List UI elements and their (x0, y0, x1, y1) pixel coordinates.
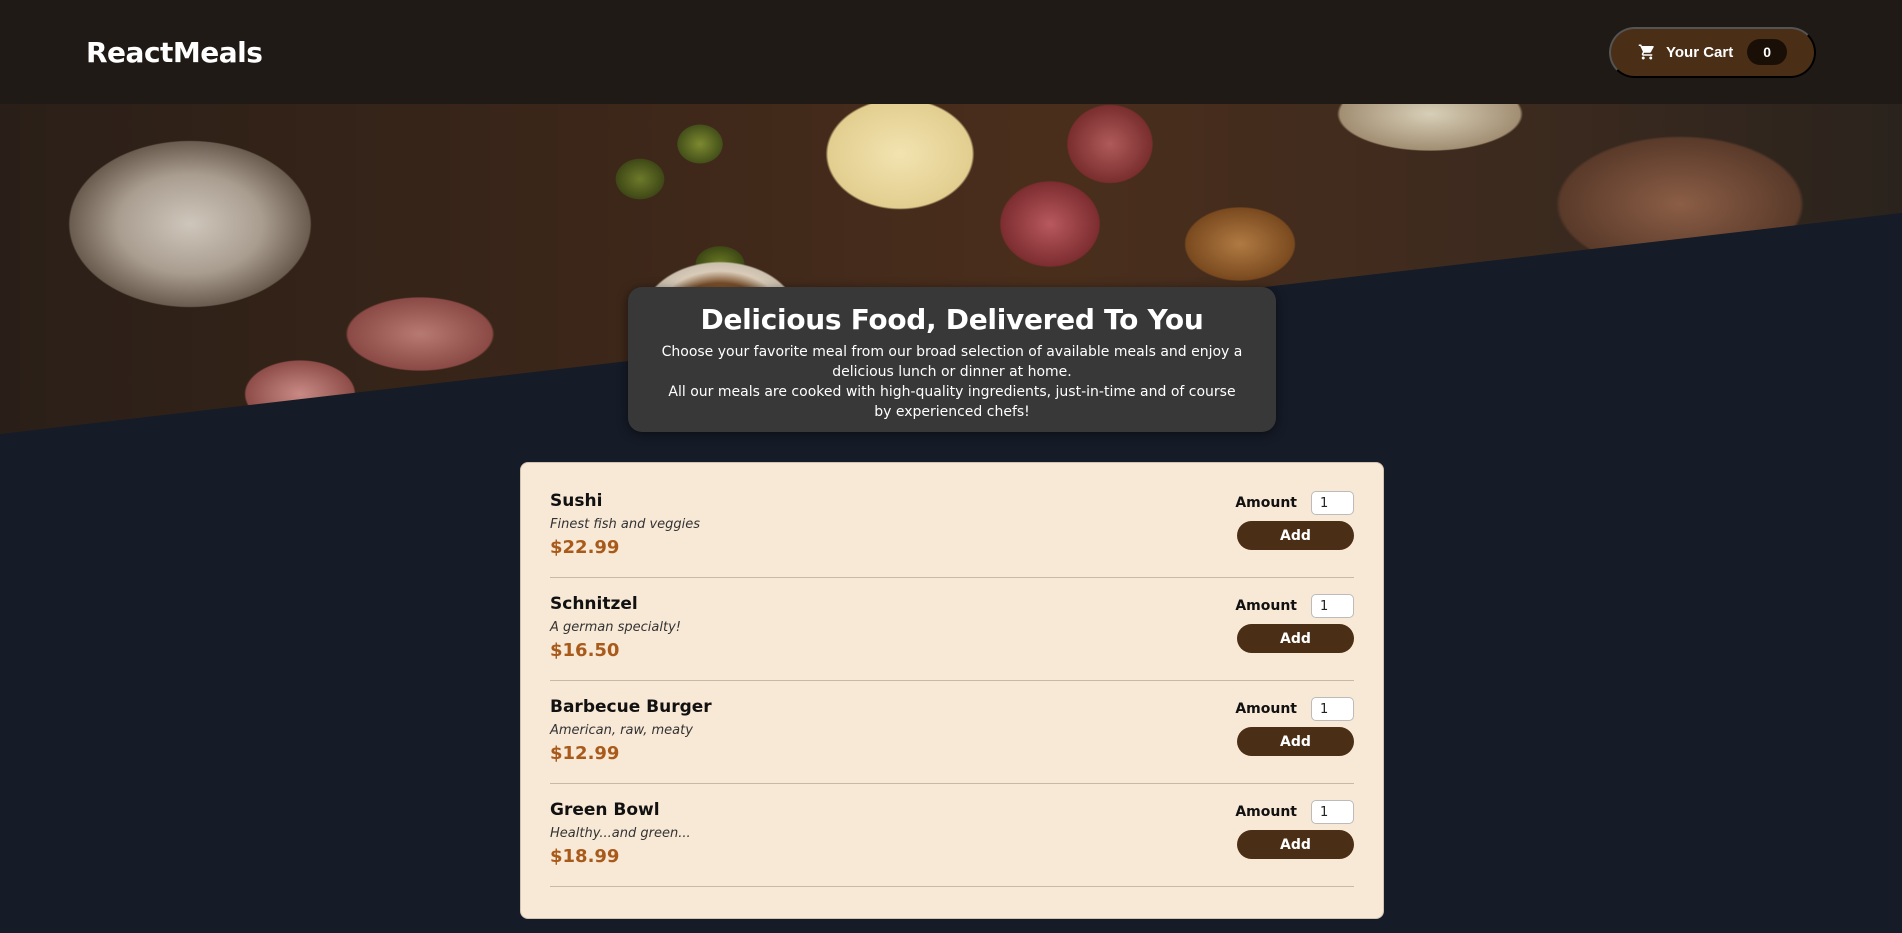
meal-add-form: Amount Add (1235, 594, 1354, 653)
meal-name: Sushi (550, 491, 603, 511)
meal-price: $16.50 (550, 640, 620, 661)
meal-description: Finest fish and veggies (550, 517, 701, 532)
meal-price: $22.99 (550, 537, 620, 558)
amount-label: Amount (1235, 804, 1297, 820)
meal-description: A german specialty! (550, 620, 681, 635)
amount-label: Amount (1235, 495, 1297, 511)
cart-count-badge: 0 (1747, 39, 1788, 65)
meal-item-sushi: Sushi Finest fish and veggies $22.99 Amo… (550, 475, 1354, 578)
amount-input[interactable] (1311, 800, 1354, 824)
amount-input[interactable] (1311, 594, 1354, 618)
meal-add-form: Amount Add (1235, 491, 1354, 550)
meal-description: American, raw, meaty (550, 723, 693, 738)
cart-label: Your Cart (1665, 43, 1734, 61)
amount-input[interactable] (1311, 491, 1354, 515)
add-to-cart-button[interactable]: Add (1237, 830, 1354, 859)
meal-item-barbecue-burger: Barbecue Burger American, raw, meaty $12… (550, 681, 1354, 784)
add-to-cart-button[interactable]: Add (1237, 521, 1354, 550)
summary-paragraph: Choose your favorite meal from our broad… (661, 344, 1243, 380)
amount-label: Amount (1235, 701, 1297, 717)
meal-name: Green Bowl (550, 800, 660, 820)
meals-summary: Delicious Food, Delivered To You Choose … (628, 287, 1276, 432)
summary-title: Delicious Food, Delivered To You (700, 303, 1204, 336)
meal-description: Healthy...and green... (550, 826, 691, 841)
meal-item-schnitzel: Schnitzel A german specialty! $16.50 Amo… (550, 578, 1354, 681)
app-header: ReactMeals Your Cart 0 (0, 0, 1902, 104)
meal-name: Schnitzel (550, 594, 638, 614)
summary-paragraph: All our meals are cooked with high-quali… (668, 384, 1236, 420)
add-to-cart-button[interactable]: Add (1237, 624, 1354, 653)
meal-add-form: Amount Add (1235, 697, 1354, 756)
add-to-cart-button[interactable]: Add (1237, 727, 1354, 756)
meal-add-form: Amount Add (1235, 800, 1354, 859)
meal-name: Barbecue Burger (550, 697, 712, 717)
cart-button[interactable]: Your Cart 0 (1609, 26, 1816, 78)
available-meals-card: Sushi Finest fish and veggies $22.99 Amo… (520, 462, 1384, 919)
meal-price: $12.99 (550, 743, 620, 764)
shopping-cart-icon (1638, 44, 1654, 60)
amount-input[interactable] (1311, 697, 1354, 721)
meal-item-green-bowl: Green Bowl Healthy...and green... $18.99… (550, 784, 1354, 887)
meal-price: $18.99 (550, 846, 620, 867)
app-logo: ReactMeals (86, 35, 263, 69)
amount-label: Amount (1235, 598, 1297, 614)
